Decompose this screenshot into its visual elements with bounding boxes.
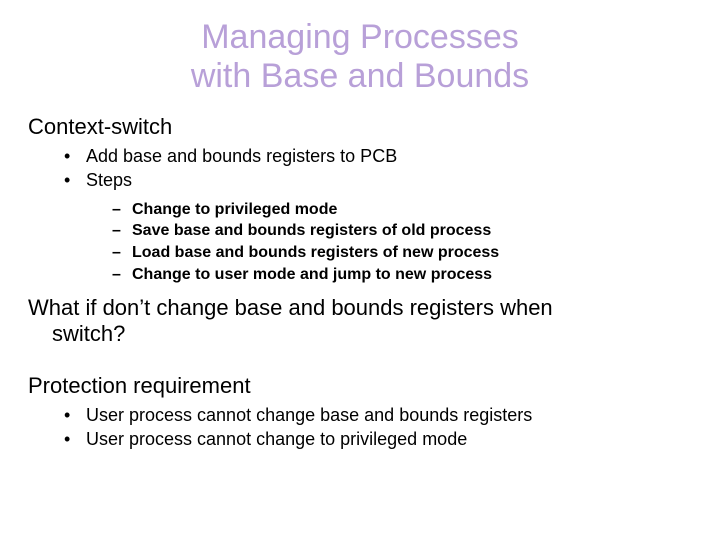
context-switch-bullets: Add base and bounds registers to PCB Ste… [28, 144, 692, 193]
section-protection: Protection requirement [28, 373, 692, 399]
bullet-item: Steps [28, 168, 692, 192]
question-line-2: switch? [28, 321, 692, 347]
slide: Managing Processes with Base and Bounds … [0, 0, 720, 540]
bullet-item: User process cannot change to privileged… [28, 427, 692, 451]
question-text: What if don’t change base and bounds reg… [28, 295, 692, 347]
question-line-1: What if don’t change base and bounds reg… [28, 295, 553, 320]
bullet-item: User process cannot change base and boun… [28, 403, 692, 427]
title-line-2: with Base and Bounds [191, 57, 529, 95]
title-line-1: Managing Processes [201, 18, 519, 56]
dash-item: Load base and bounds registers of new pr… [28, 242, 692, 264]
section-context-switch: Context-switch [28, 114, 692, 140]
steps-list: Change to privileged mode Save base and … [28, 199, 692, 285]
dash-item: Change to user mode and jump to new proc… [28, 264, 692, 286]
dash-item: Change to privileged mode [28, 199, 692, 221]
dash-item: Save base and bounds registers of old pr… [28, 220, 692, 242]
protection-bullets: User process cannot change base and boun… [28, 403, 692, 452]
bullet-item: Add base and bounds registers to PCB [28, 144, 692, 168]
slide-title: Managing Processes with Base and Bounds [28, 18, 692, 96]
spacer [28, 351, 692, 365]
